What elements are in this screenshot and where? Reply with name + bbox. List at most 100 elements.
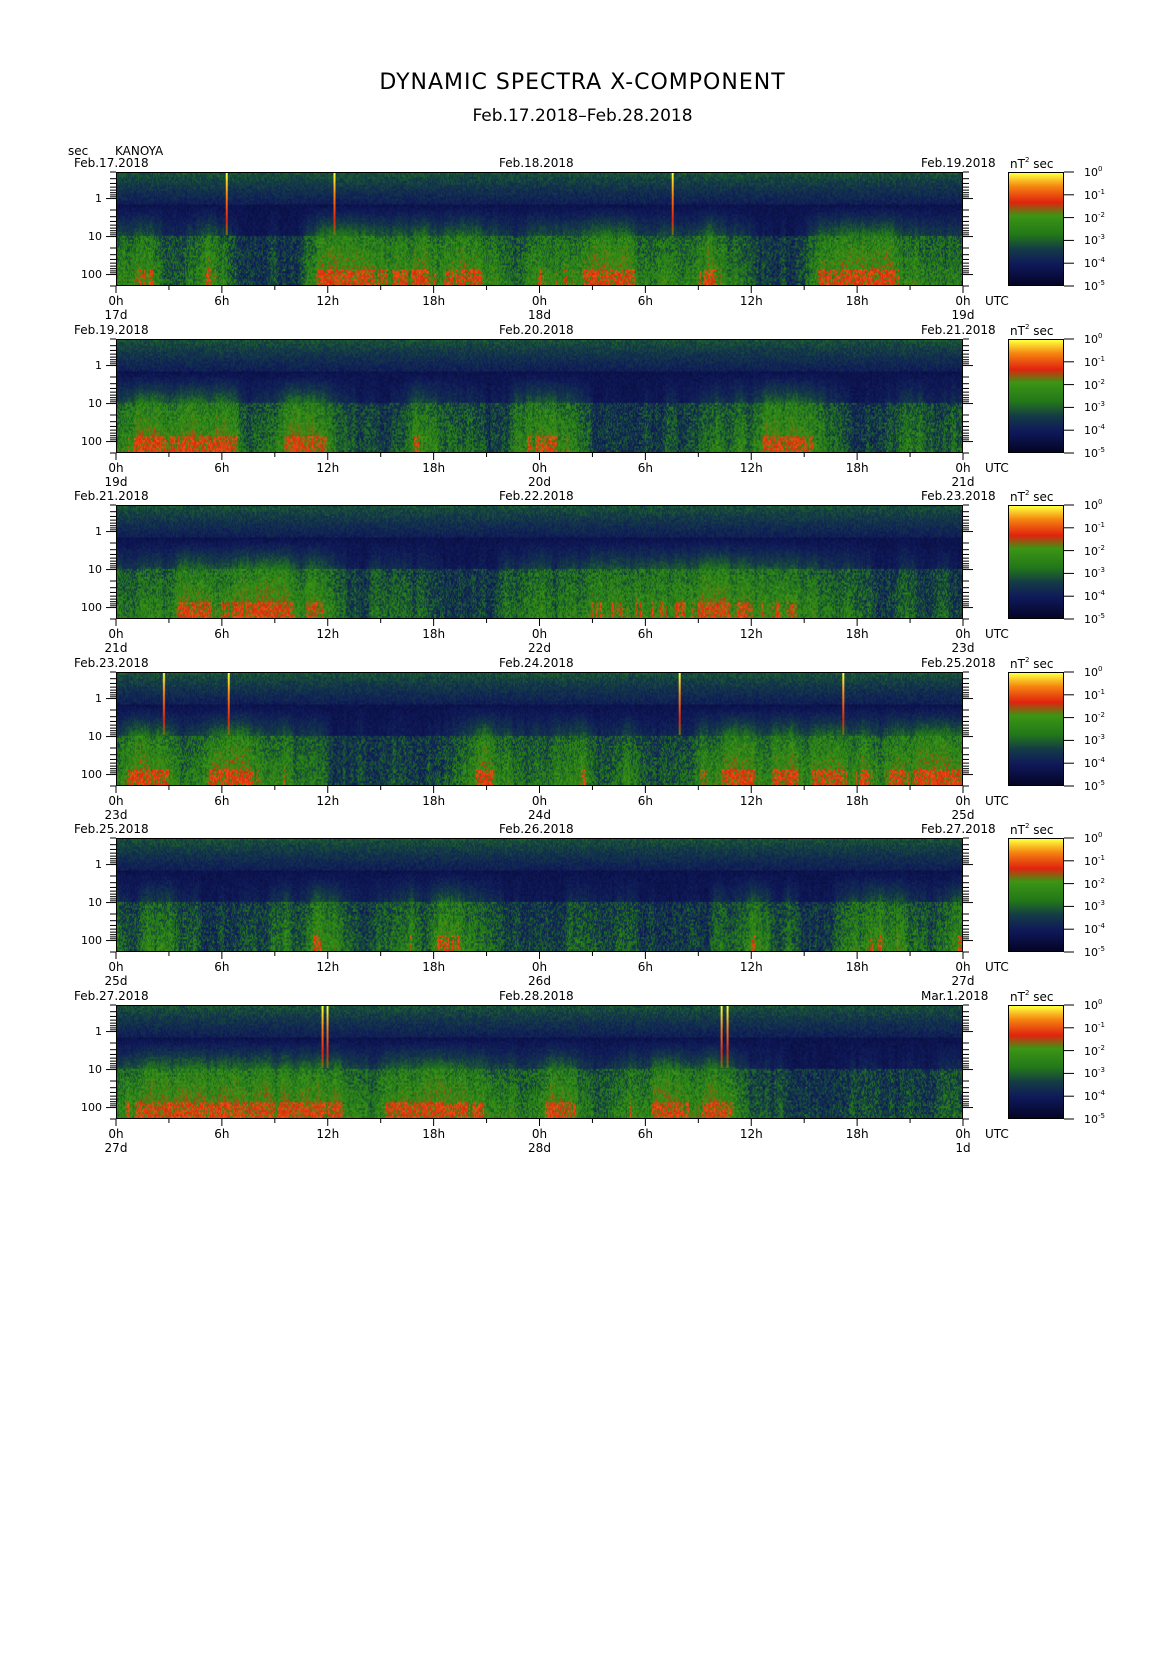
colorbar-label: 100 (1084, 498, 1103, 512)
colorbar-label: 10-2 (1084, 543, 1105, 558)
x-tick-label: 12h (739, 960, 763, 974)
colorbar (1008, 172, 1064, 286)
colorbar (1008, 672, 1064, 786)
colorbar-label: 100 (1084, 332, 1103, 346)
colorbar-label: 10-1 (1084, 354, 1105, 369)
x-tick-label: 12h (739, 627, 763, 641)
x-tick-label: 0h (955, 627, 971, 641)
spectra-panel-1: Feb.17.2018 Feb.18.2018 Feb.19.2018 nT2 sec… (0, 156, 1165, 336)
colorbar-label: 10-4 (1084, 1089, 1105, 1104)
x-tick-label: 0h (955, 294, 971, 308)
day-label: 19d (104, 475, 128, 489)
day-label: 27d (104, 1141, 128, 1155)
chart-title: DYNAMIC SPECTRA X-COMPONENT (379, 70, 786, 95)
utc-label: UTC (985, 1127, 1009, 1141)
x-tick-label: 18h (845, 960, 869, 974)
colorbar-label: 10-3 (1084, 899, 1105, 914)
utc-label: UTC (985, 960, 1009, 974)
colorbar (1008, 339, 1064, 453)
x-tick-label: 6h (637, 461, 653, 475)
colorbar-label: 10-4 (1084, 756, 1105, 771)
day-label: 27d (951, 974, 975, 988)
x-tick-label: 18h (845, 794, 869, 808)
x-tick-label: 6h (637, 1127, 653, 1141)
x-tick-label: 18h (422, 1127, 446, 1141)
day-label: 21d (951, 475, 975, 489)
x-tick-label: 0h (531, 294, 548, 308)
y-tick-label: 100 (81, 933, 102, 947)
panel-axes (106, 671, 1074, 793)
x-tick-label: 12h (316, 461, 340, 475)
y-tick-label: 1 (95, 191, 102, 205)
x-tick-label: 6h (637, 794, 653, 808)
x-tick-label: 0h (108, 627, 124, 641)
colorbar-label: 10-1 (1084, 1020, 1105, 1035)
x-tick-label: 18h (422, 294, 446, 308)
colorbar-label: 10-4 (1084, 423, 1105, 438)
colorbar-label: 10-3 (1084, 733, 1105, 748)
x-tick-label: 0h (108, 960, 124, 974)
colorbar-label: 10-2 (1084, 710, 1105, 725)
x-tick-label: 6h (637, 960, 653, 974)
panel-axes (106, 1004, 1074, 1126)
x-tick-label: 0h (531, 627, 548, 641)
colorbar-label: 10-4 (1084, 922, 1105, 937)
colorbar-label: 10-1 (1084, 853, 1105, 868)
x-tick-label: 0h (955, 960, 971, 974)
utc-label: UTC (985, 294, 1009, 308)
colorbar (1008, 1005, 1064, 1119)
day-label: 28d (528, 1141, 551, 1155)
colorbar-label: 10-1 (1084, 687, 1105, 702)
x-tick-label: 12h (739, 794, 763, 808)
spectra-panel-6: Feb.27.2018 Feb.28.2018 Mar.1.2018 nT2 sec 1… (0, 989, 1165, 1169)
colorbar-label: 10-4 (1084, 256, 1105, 271)
y-tick-label: 1 (95, 691, 102, 705)
x-tick-label: 18h (845, 1127, 869, 1141)
colorbar-label: 10-5 (1084, 779, 1105, 793)
x-tick-label: 12h (316, 1127, 340, 1141)
day-label: 24d (528, 808, 551, 822)
x-tick-label: 18h (422, 960, 446, 974)
x-tick-label: 0h (108, 294, 124, 308)
x-tick-label: 12h (739, 294, 763, 308)
panel-axes (106, 504, 1074, 626)
day-label: 20d (528, 475, 551, 489)
colorbar-label: 10-1 (1084, 520, 1105, 535)
day-label: 18d (528, 308, 551, 322)
colorbar-label: 10-5 (1084, 279, 1105, 293)
colorbar-label: 10-4 (1084, 589, 1105, 604)
colorbar-label: 10-1 (1084, 187, 1105, 202)
x-tick-label: 6h (214, 1127, 230, 1141)
spectra-panel-2: Feb.19.2018 Feb.20.2018 Feb.21.2018 nT2 sec… (0, 323, 1165, 503)
colorbar-label: 10-5 (1084, 1112, 1105, 1126)
y-tick-label: 10 (88, 229, 102, 243)
x-tick-label: 18h (845, 627, 869, 641)
panel-axes (106, 338, 1074, 460)
colorbar-label: 100 (1084, 831, 1103, 845)
spectra-panel-3: Feb.21.2018 Feb.22.2018 Feb.23.2018 nT2 sec… (0, 489, 1165, 669)
y-tick-label: 1 (95, 524, 102, 538)
x-tick-label: 0h (108, 794, 124, 808)
x-tick-label: 6h (637, 294, 653, 308)
colorbar-label: 10-5 (1084, 612, 1105, 626)
x-tick-label: 6h (214, 461, 230, 475)
y-tick-label: 10 (88, 895, 102, 909)
y-tick-label: 10 (88, 1062, 102, 1076)
x-tick-label: 18h (422, 627, 446, 641)
x-tick-label: 0h (955, 461, 971, 475)
y-tick-label: 10 (88, 396, 102, 410)
colorbar-label: 10-3 (1084, 566, 1105, 581)
x-tick-label: 6h (214, 960, 230, 974)
colorbar-label: 10-5 (1084, 945, 1105, 959)
x-tick-label: 0h (108, 461, 124, 475)
x-tick-label: 12h (316, 294, 340, 308)
utc-label: UTC (985, 627, 1009, 641)
colorbar-label: 10-3 (1084, 233, 1105, 248)
x-tick-label: 18h (422, 794, 446, 808)
x-tick-label: 6h (214, 294, 230, 308)
colorbar-label: 10-3 (1084, 1066, 1105, 1081)
day-label: 23d (951, 641, 975, 655)
colorbar-label: 10-5 (1084, 446, 1105, 460)
day-label: 1d (955, 1141, 971, 1155)
y-tick-label: 100 (81, 434, 102, 448)
